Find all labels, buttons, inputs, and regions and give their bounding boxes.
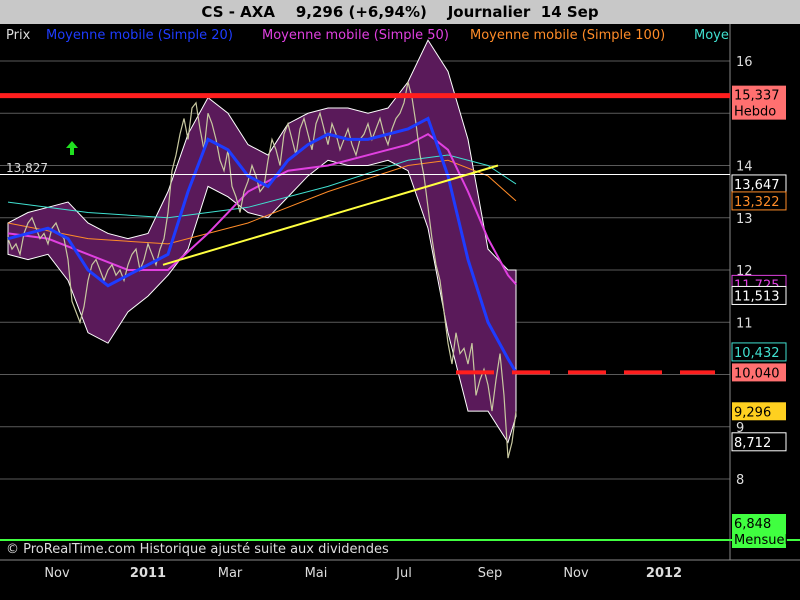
- x-axis-ticks: Nov 2011 Mar Mai Jul Sep Nov 2012: [44, 566, 682, 581]
- price-tag-text: 13,647: [734, 178, 780, 193]
- y-tick-label: 16: [736, 55, 753, 70]
- price-tag-text: 13,322: [734, 195, 780, 210]
- price-chart[interactable]: 1615141312111098 Nov2011MarMaiJulSepNov2…: [0, 0, 800, 600]
- y-tick-label: 11: [736, 316, 753, 331]
- x-tick-label: Mar: [218, 566, 243, 581]
- legend-entry: Moyenne mobile (Simple 20): [46, 28, 233, 43]
- x-tick-label: Jul: [395, 566, 412, 581]
- price-tag-text: 6,848: [734, 517, 771, 532]
- copyright-footer: © ProRealTime.com Historique ajusté suit…: [6, 542, 389, 557]
- price-tag-text: Hebdo: [734, 105, 776, 120]
- y-tick-label: 13: [736, 212, 753, 227]
- level-13827-label: 13,827: [6, 161, 48, 175]
- price-tag-text: 9,296: [734, 405, 771, 420]
- x-tick-label: 2012: [646, 566, 682, 581]
- legend: Prix Moyenne mobile (Simple 20) Moyenne mo…: [6, 28, 729, 43]
- price-tag-text: 11,513: [734, 289, 780, 304]
- x-tick-label: 2011: [130, 566, 166, 581]
- price-tag-text: 10,040: [734, 366, 780, 381]
- x-tick-label: Nov: [44, 566, 70, 581]
- price-tag-text: Mensuel: [734, 533, 788, 548]
- price-tag-text: 8,712: [734, 436, 771, 451]
- price-tag-text: 10,432: [734, 346, 780, 361]
- legend-entry: Moye: [694, 28, 729, 43]
- legend-entry: Prix: [6, 28, 31, 43]
- y-tick-label: 14: [736, 160, 753, 175]
- x-tick-label: Nov: [563, 566, 589, 581]
- x-tick-label: Mai: [305, 566, 328, 581]
- price-tag-text: 15,337: [734, 89, 780, 104]
- legend-entry: Moyenne mobile (Simple 100): [470, 28, 665, 43]
- y-tick-label: 8: [736, 473, 744, 488]
- y-axis-ticks: 1615141312111098: [736, 55, 753, 488]
- legend-entry: Moyenne mobile (Simple 50): [262, 28, 449, 43]
- x-tick-label: Sep: [478, 566, 503, 581]
